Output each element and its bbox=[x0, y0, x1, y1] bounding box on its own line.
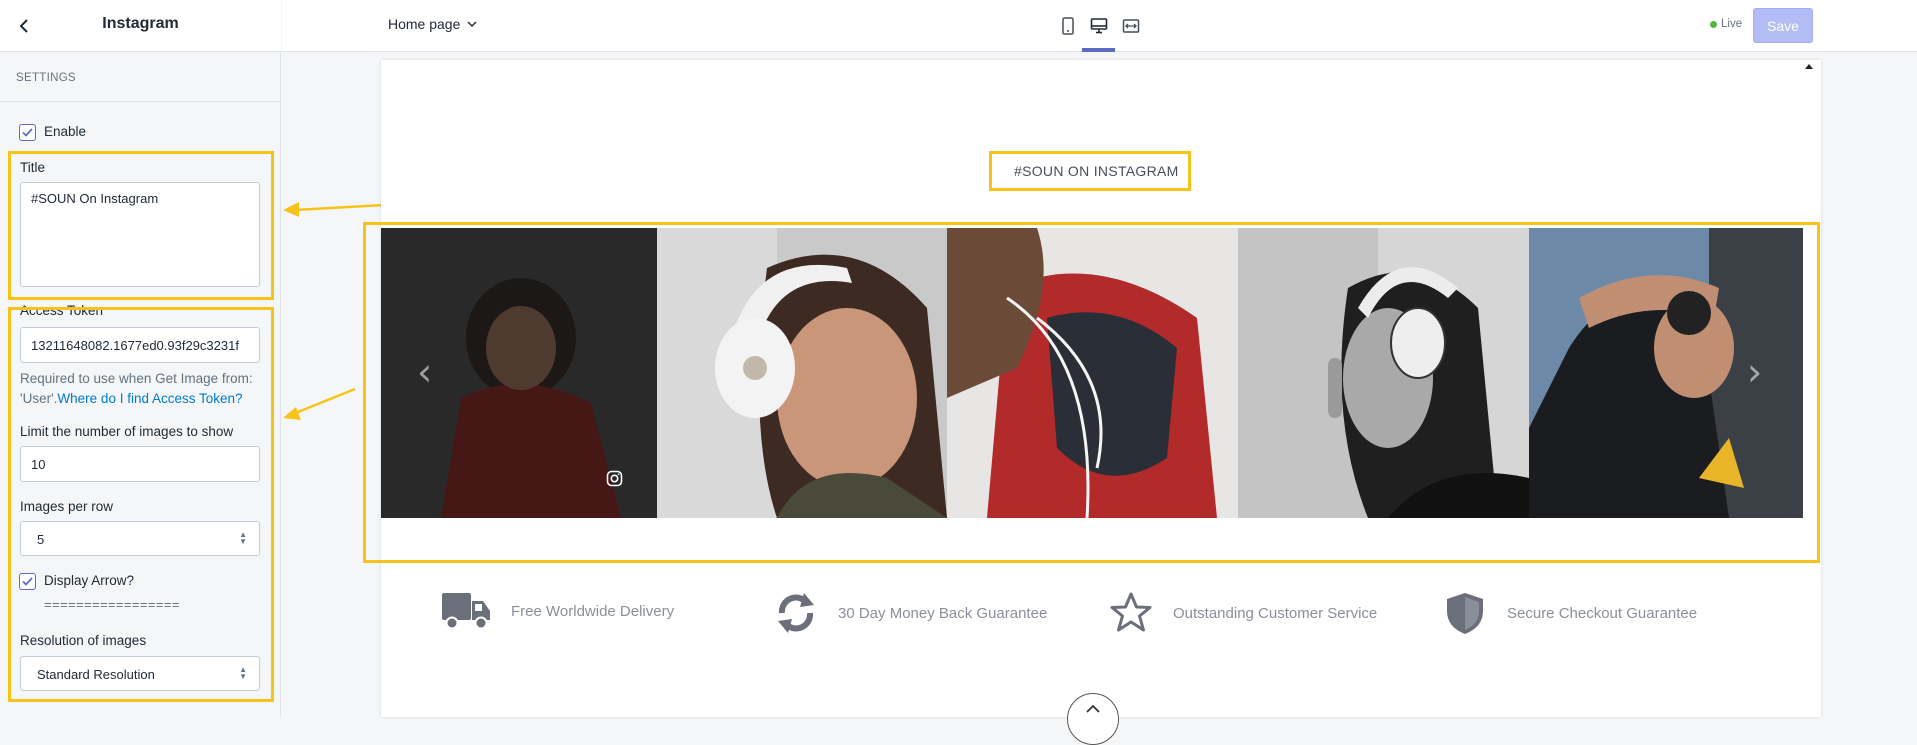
feature-item: Free Worldwide Delivery bbox=[441, 591, 674, 631]
refresh-icon bbox=[778, 593, 814, 633]
feature-text: 30 Day Money Back Guarantee bbox=[838, 604, 1048, 622]
feature-text: Secure Checkout Guarantee bbox=[1507, 604, 1698, 622]
back-to-top-button[interactable] bbox=[1067, 693, 1119, 745]
feature-item: Secure Checkout Guarantee bbox=[1443, 591, 1697, 635]
chevron-up-icon bbox=[1086, 704, 1100, 713]
instagram-title-highlight bbox=[989, 151, 1191, 191]
feature-text: Outstanding Customer Service bbox=[1173, 604, 1378, 622]
scroll-up-arrow-icon[interactable] bbox=[1805, 64, 1813, 69]
truck-icon bbox=[442, 593, 490, 630]
star-icon bbox=[1110, 592, 1152, 632]
feature-text: Free Worldwide Delivery bbox=[511, 602, 675, 620]
feature-item: Outstanding Customer Service bbox=[1109, 591, 1377, 635]
instagram-feed-highlight bbox=[363, 222, 1820, 563]
feature-item: 30 Day Money Back Guarantee bbox=[774, 591, 1047, 635]
shield-icon bbox=[1447, 593, 1483, 634]
